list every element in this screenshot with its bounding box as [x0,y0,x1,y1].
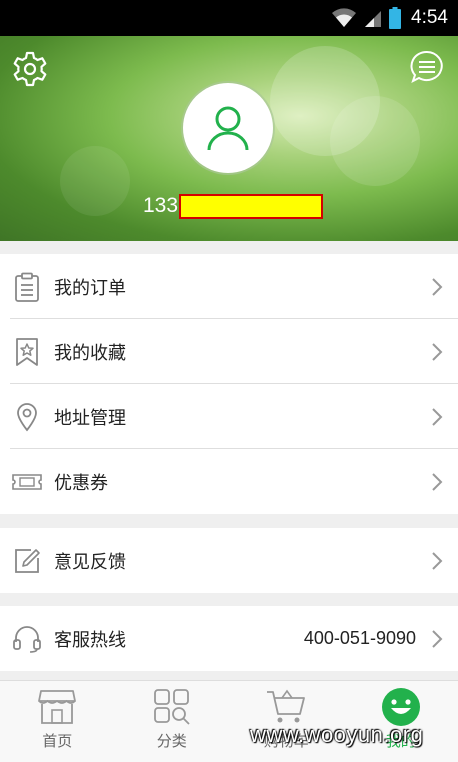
menu-item-label: 客服热线 [54,629,126,651]
ticket-icon [12,473,42,490]
profile-header: 133 [0,36,458,241]
user-icon [207,106,249,151]
edit-icon [15,548,40,573]
chevron-right-icon [432,551,443,570]
store-icon [38,690,77,724]
menu-section-service: 客服热线 400-051-9090 [0,606,458,671]
chevron-right-icon [432,277,443,296]
watermark: www.wooyun.org [250,722,424,747]
headset-icon [13,625,41,653]
hotline-number[interactable]: 400-051-9090 [304,628,416,649]
clipboard-icon [15,272,39,302]
menu-item-favorites[interactable]: 我的收藏 [0,319,458,384]
message-icon[interactable] [410,50,444,84]
menu-item-label: 我的订单 [54,277,126,299]
tab-label: 分类 [156,732,187,750]
menu-item-orders[interactable]: 我的订单 [0,254,458,319]
menu-item-label: 我的收藏 [54,342,126,364]
chevron-right-icon [432,407,443,426]
menu-item-coupons[interactable]: 优惠券 [0,449,458,514]
tab-label: 首页 [42,732,73,750]
battery-icon [389,7,402,29]
menu-item-address[interactable]: 地址管理 [0,384,458,449]
tab-category[interactable]: 分类 [115,681,230,762]
redaction-box [179,193,324,219]
chevron-right-icon [432,342,443,361]
wifi-icon [332,8,357,27]
bottom-tab-bar: 首页 分类 购物车 我的 [0,680,458,762]
chevron-right-icon [432,472,443,491]
avatar[interactable] [183,83,273,173]
menu-section-main: 我的订单 我的收藏 地址管理 优惠券 [0,254,458,514]
smiley-icon [381,688,420,726]
menu-item-hotline[interactable]: 客服热线 400-051-9090 [0,606,458,671]
cart-icon [267,689,306,723]
menu-section-feedback: 意见反馈 [0,528,458,593]
menu-item-label: 优惠券 [54,472,108,494]
tab-home[interactable]: 首页 [0,681,115,762]
chevron-right-icon [432,629,443,648]
signal-icon [365,11,382,27]
menu-item-feedback[interactable]: 意见反馈 [0,528,458,593]
category-icon [153,689,190,725]
location-pin-icon [17,402,37,431]
bookmark-star-icon [16,337,38,366]
status-time: 4:54 [411,7,448,28]
status-bar: 4:54 [0,0,458,36]
menu-item-label: 意见反馈 [54,551,126,573]
phone-prefix: 133 [143,194,179,217]
menu-item-label: 地址管理 [54,407,126,429]
phone-number: 133 [143,193,324,219]
settings-gear-icon[interactable] [11,50,49,88]
